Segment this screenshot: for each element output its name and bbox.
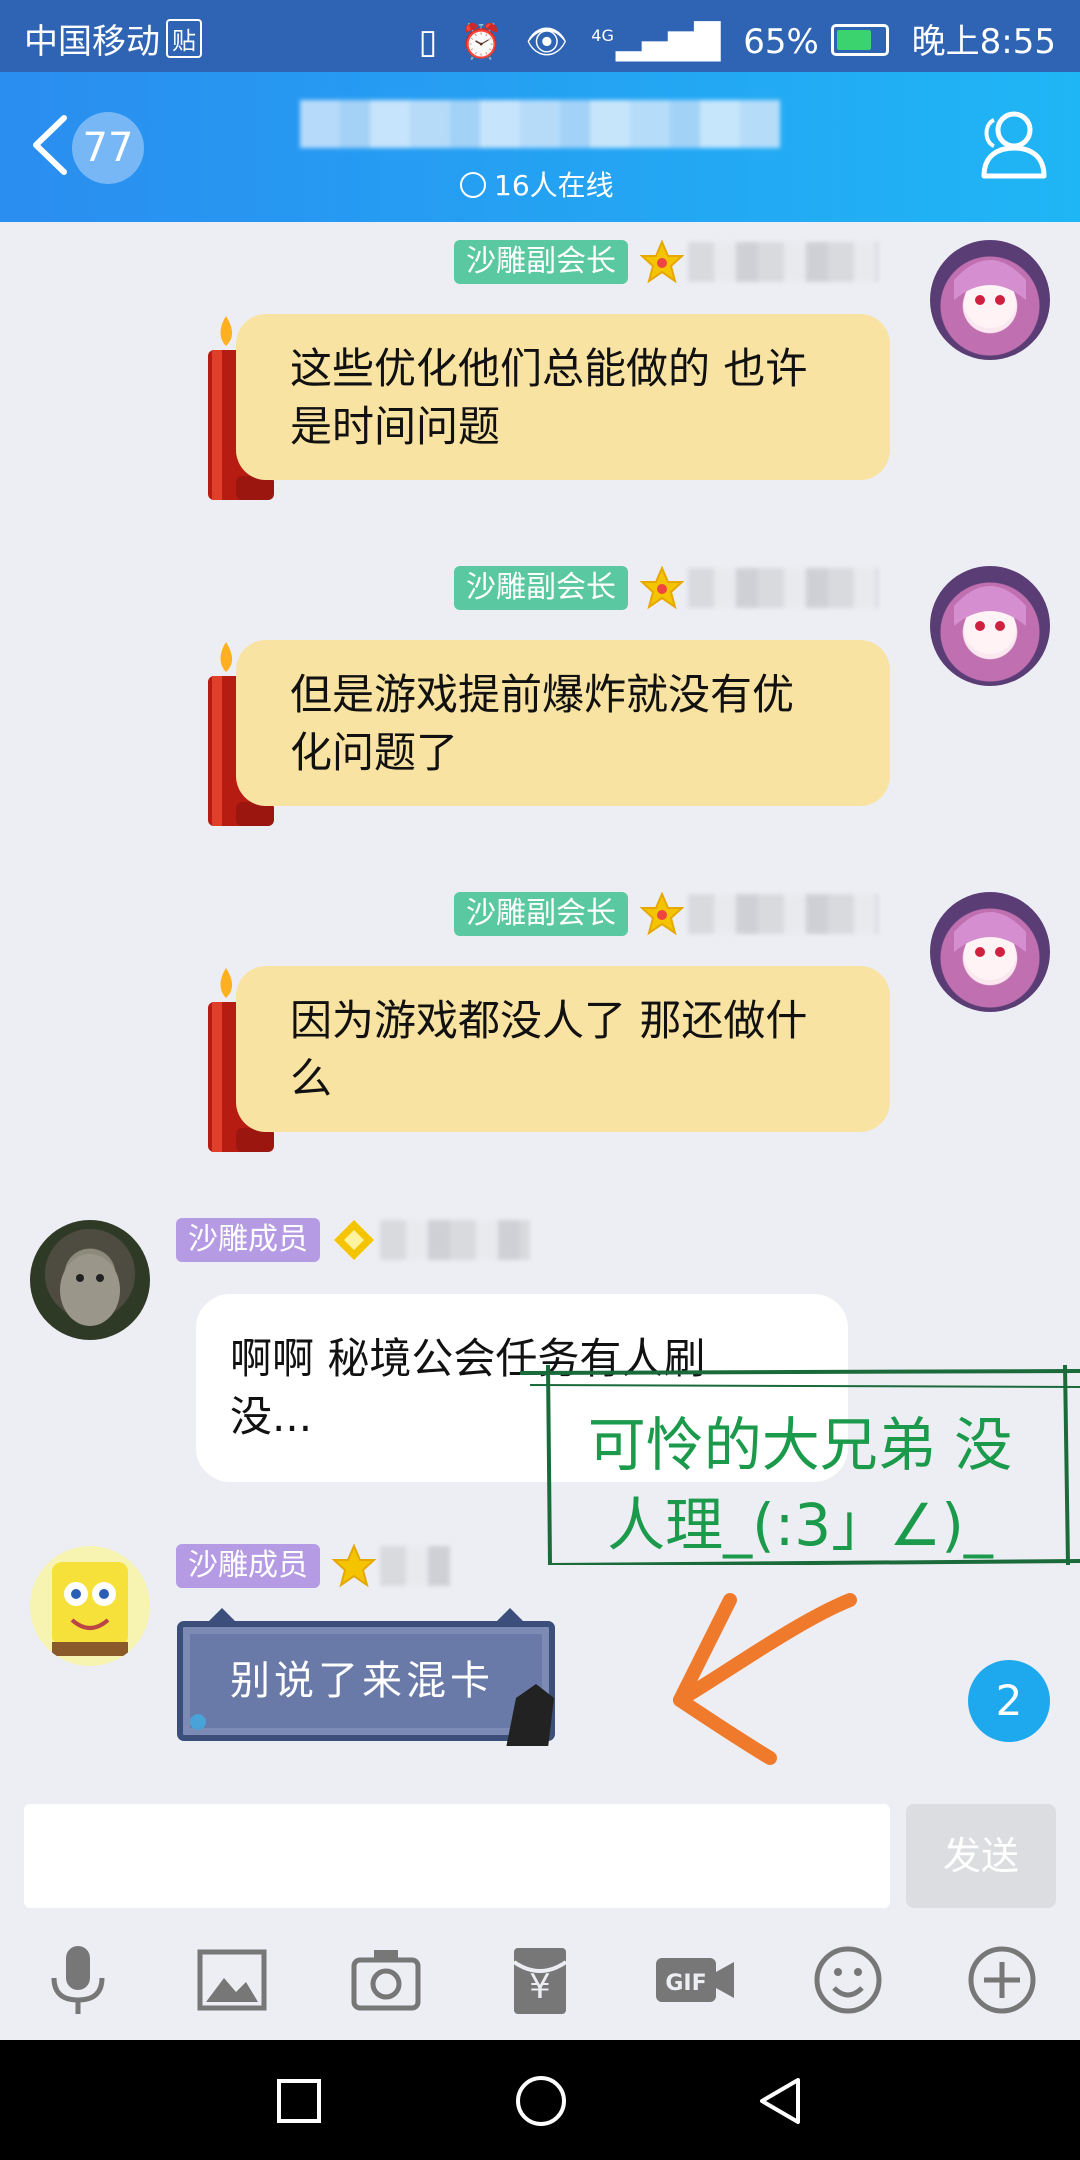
message-text: 是时间问题 bbox=[290, 402, 501, 451]
eye-icon: 👁 bbox=[525, 22, 569, 62]
message-bubble[interactable]: 因为游戏都没人了 那还做什 么 bbox=[236, 966, 890, 1132]
image-icon[interactable] bbox=[194, 1942, 270, 2018]
star-level-icon bbox=[640, 240, 684, 284]
emoji-icon[interactable] bbox=[810, 1942, 886, 2018]
message-text: 么 bbox=[290, 1054, 333, 1103]
message-text: 这些优化他们总能做的 也许 bbox=[290, 344, 808, 393]
clock: 晚上8:55 bbox=[911, 22, 1056, 62]
group-title-blurred bbox=[300, 100, 780, 148]
star-level-icon bbox=[640, 566, 684, 610]
message-text: 化问题了 bbox=[290, 728, 459, 777]
sender-name-blurred bbox=[380, 1546, 450, 1586]
system-nav-bar bbox=[0, 2040, 1080, 2160]
sender-name-blurred bbox=[688, 894, 878, 934]
gif-icon[interactable]: GIF bbox=[652, 1942, 738, 2018]
role-badge: 沙雕成员 bbox=[176, 1544, 320, 1588]
battery-percent: 65% bbox=[743, 22, 819, 62]
send-button[interactable]: 发送 bbox=[906, 1804, 1056, 1908]
anime-avatar-icon bbox=[954, 260, 1026, 328]
sender-line: 沙雕副会长 bbox=[454, 566, 878, 610]
sender-name-blurred bbox=[688, 242, 878, 282]
diamond-level-icon bbox=[334, 1220, 374, 1260]
status-bar: 中国移动贴 ▯ ⏰ 👁 4G▂▄▆█ 65% 晚上8:55 bbox=[0, 0, 1080, 72]
annotation-line: 可怜的大兄弟 没 bbox=[587, 1411, 1013, 1479]
cat-avatar-icon bbox=[60, 1254, 120, 1326]
camera-icon[interactable] bbox=[348, 1942, 424, 2018]
home-icon[interactable] bbox=[514, 2074, 568, 2128]
battery-icon bbox=[830, 24, 889, 56]
sender-line: 沙雕成员 bbox=[176, 1218, 530, 1262]
vibrate-icon: ▯ bbox=[418, 22, 438, 62]
star-level-icon bbox=[640, 892, 684, 936]
orange-arrow-icon bbox=[673, 1593, 857, 1765]
status-icons: ▯ ⏰ 👁 4G▂▄▆█ 65% 晚上8:55 bbox=[407, 14, 1056, 63]
back-nav-icon[interactable] bbox=[756, 2076, 806, 2126]
role-badge: 沙雕副会长 bbox=[454, 566, 628, 610]
spongebob-avatar-icon bbox=[52, 1562, 128, 1656]
anime-avatar-icon bbox=[954, 586, 1026, 654]
anime-avatar-icon bbox=[954, 912, 1026, 980]
sender-name-blurred bbox=[380, 1220, 530, 1260]
sender-line: 沙雕副会长 bbox=[454, 892, 878, 936]
role-badge: 沙雕副会长 bbox=[454, 240, 628, 284]
svg-text:GIF: GIF bbox=[665, 1971, 706, 1996]
avatar[interactable] bbox=[930, 892, 1050, 1012]
microphone-icon[interactable] bbox=[40, 1942, 116, 2018]
chevron-down-icon bbox=[460, 172, 486, 198]
new-message-badge[interactable]: 2 bbox=[968, 1660, 1050, 1742]
message-input[interactable] bbox=[24, 1804, 890, 1908]
input-bar: 发送 bbox=[0, 1790, 1080, 1920]
group-members-icon[interactable] bbox=[968, 102, 1052, 186]
input-toolbar: ¥ GIF bbox=[0, 1920, 1080, 2040]
carrier-area: 中国移动贴 bbox=[24, 14, 202, 63]
unread-count-badge[interactable]: 77 bbox=[72, 112, 144, 184]
online-status[interactable]: 16人在线 bbox=[460, 164, 614, 204]
avatar[interactable] bbox=[930, 566, 1050, 686]
role-badge: 沙雕成员 bbox=[176, 1218, 320, 1262]
role-badge: 沙雕副会长 bbox=[454, 892, 628, 936]
recent-apps-icon[interactable] bbox=[276, 2078, 322, 2124]
signal-icon: ▂▄▆█ bbox=[615, 22, 721, 62]
avatar[interactable] bbox=[930, 240, 1050, 360]
plus-icon[interactable] bbox=[964, 1942, 1040, 2018]
alarm-icon: ⏰ bbox=[460, 22, 503, 62]
chat-header: 77 16人在线 bbox=[0, 72, 1080, 222]
avatar[interactable] bbox=[30, 1220, 150, 1340]
network-type: 4G bbox=[591, 26, 614, 45]
avatar[interactable] bbox=[30, 1546, 150, 1666]
carrier-name: 中国移动 bbox=[24, 22, 160, 62]
online-count: 16人在线 bbox=[494, 169, 614, 202]
annotation-line: 人理_(:3」∠)_ bbox=[607, 1491, 993, 1559]
sender-line: 沙雕成员 bbox=[176, 1544, 450, 1588]
star-level-icon bbox=[332, 1544, 376, 1588]
message-text: 因为游戏都没人了 那还做什 bbox=[290, 996, 808, 1045]
annotation-text: 可怜的大兄弟 没 人理_(:3」∠)_ bbox=[555, 1405, 1045, 1565]
message-bubble[interactable]: 这些优化他们总能做的 也许 是时间问题 bbox=[236, 314, 890, 480]
carrier-tag: 贴 bbox=[166, 19, 202, 58]
message-text: 但是游戏提前爆炸就没有优 bbox=[290, 670, 795, 719]
sticker-caption: 别说了来混卡 bbox=[230, 1658, 494, 1704]
sender-name-blurred bbox=[688, 568, 878, 608]
sender-line: 沙雕副会长 bbox=[454, 240, 878, 284]
red-packet-icon[interactable]: ¥ bbox=[502, 1942, 578, 2018]
message-bubble[interactable]: 但是游戏提前爆炸就没有优 化问题了 bbox=[236, 640, 890, 806]
